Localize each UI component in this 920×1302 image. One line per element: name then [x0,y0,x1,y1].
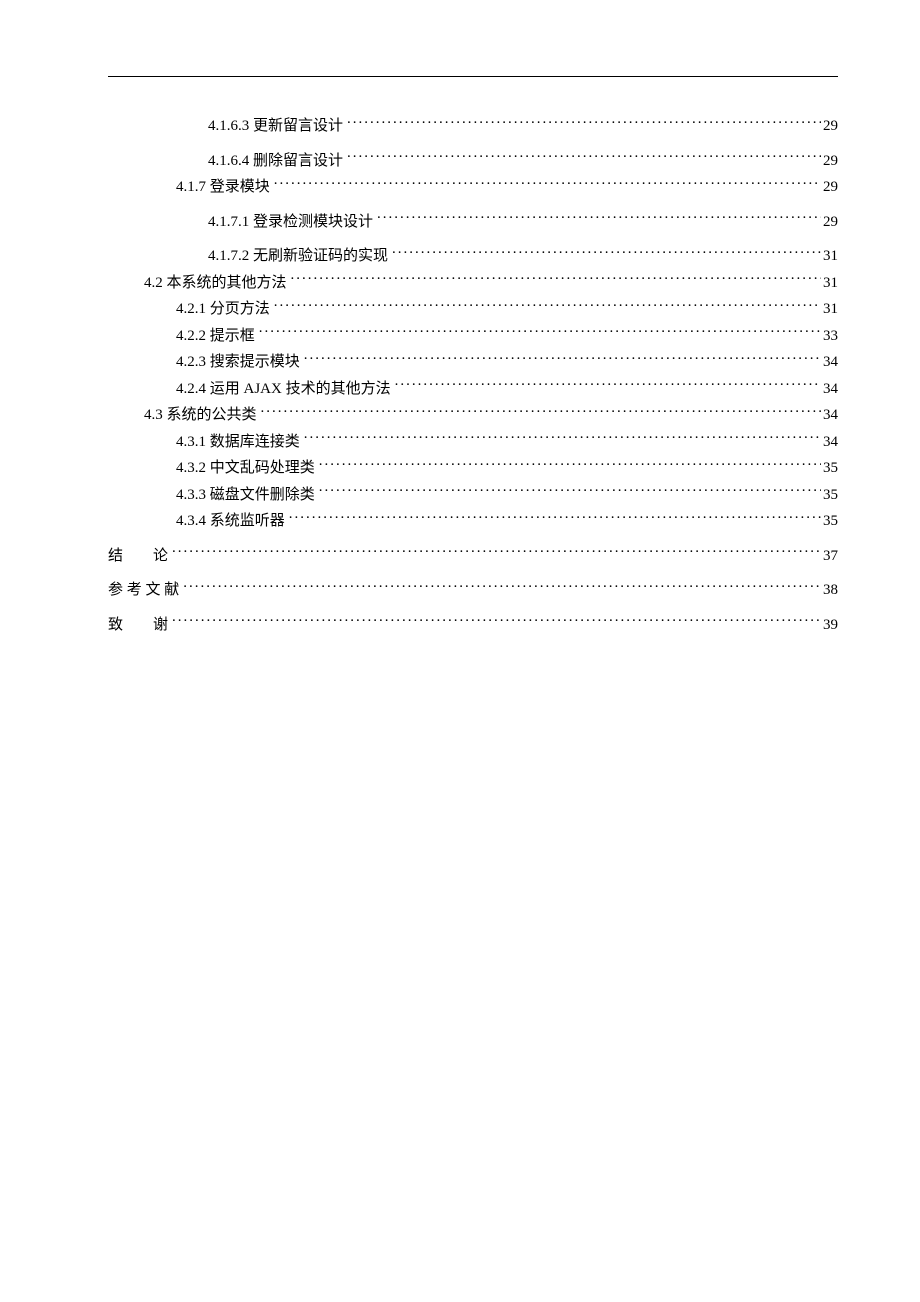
toc-entry-label: 4.1.6.3 更新留言设计 [208,115,347,138]
toc-entry-label: 致 谢 [108,614,172,637]
toc-entry-page: 39 [821,614,838,637]
toc-entry-page: 31 [821,298,838,321]
header-rule [108,76,838,77]
toc-leader-dots [304,351,821,366]
toc-entry-label: 4.3.3 磁盘文件删除类 [176,484,319,507]
toc-entry-page: 29 [821,176,838,199]
toc-entry: 4.3.4 系统监听器 35 [108,510,838,533]
toc-entry-page: 31 [821,245,838,268]
toc-leader-dots [319,484,821,499]
toc-entry-label: 结 论 [108,545,172,568]
toc-entry-page: 35 [821,457,838,480]
toc-leader-dots [395,378,821,393]
toc-leader-dots [347,115,821,130]
toc-entry-label: 4.1.7 登录模块 [176,176,274,199]
toc-entry-page: 38 [821,579,838,602]
toc-entry: 4.3.1 数据库连接类 34 [108,431,838,454]
toc-entry-page: 37 [821,545,838,568]
toc-leader-dots [172,614,821,629]
toc-entry-page: 35 [821,510,838,533]
toc-entry-label: 4.2.2 提示框 [176,325,259,348]
toc-leader-dots [291,272,821,287]
toc-leader-dots [274,176,821,191]
toc-entry-page: 34 [821,404,838,427]
toc-entry-label: 4.3.1 数据库连接类 [176,431,304,454]
toc-entry-label: 4.2.4 运用 AJAX 技术的其他方法 [176,378,395,401]
toc-entry: 4.3.2 中文乱码处理类 35 [108,457,838,480]
toc-entry: 结 论 37 [108,545,838,568]
toc-entry-label: 4.3.2 中文乱码处理类 [176,457,319,480]
toc-leader-dots [261,404,821,419]
toc-leader-dots [259,325,821,340]
toc-entry-page: 34 [821,431,838,454]
toc-entry: 致 谢 39 [108,614,838,637]
toc-entry-label: 4.1.7.1 登录检测模块设计 [208,211,377,234]
toc-entry: 4.2 本系统的其他方法 31 [108,272,838,295]
toc-entry-page: 29 [821,150,838,173]
toc-entry: 4.1.7.1 登录检测模块设计 29 [108,211,838,234]
toc-entry-label: 4.2 本系统的其他方法 [144,272,291,295]
toc-entry-page: 35 [821,484,838,507]
toc-entry: 4.1.6.3 更新留言设计 29 [108,115,838,138]
toc-entry-page: 31 [821,272,838,295]
toc-entry-label: 4.3 系统的公共类 [144,404,261,427]
toc-entry: 4.3 系统的公共类 34 [108,404,838,427]
toc-entry: 4.1.7 登录模块 29 [108,176,838,199]
toc-entry: 参 考 文 献 38 [108,579,838,602]
document-page: 4.1.6.3 更新留言设计294.1.6.4 删除留言设计294.1.7 登录… [0,0,920,636]
toc-leader-dots [172,545,821,560]
toc-entry: 4.2.3 搜索提示模块 34 [108,351,838,374]
toc-entry-label: 4.3.4 系统监听器 [176,510,289,533]
toc-leader-dots [392,245,821,260]
toc-entry-page: 33 [821,325,838,348]
toc-entry: 4.2.4 运用 AJAX 技术的其他方法 34 [108,378,838,401]
table-of-contents: 4.1.6.3 更新留言设计294.1.6.4 删除留言设计294.1.7 登录… [108,115,838,636]
toc-entry-label: 4.2.1 分页方法 [176,298,274,321]
toc-entry: 4.2.2 提示框 33 [108,325,838,348]
toc-leader-dots [183,579,821,594]
toc-leader-dots [304,431,821,446]
toc-entry-label: 4.2.3 搜索提示模块 [176,351,304,374]
toc-leader-dots [289,510,821,525]
toc-leader-dots [274,298,821,313]
toc-entry: 4.2.1 分页方法 31 [108,298,838,321]
toc-entry-page: 29 [821,115,838,138]
toc-entry: 4.1.6.4 删除留言设计 29 [108,150,838,173]
toc-entry-page: 29 [821,211,838,234]
toc-entry-label: 4.1.6.4 删除留言设计 [208,150,347,173]
toc-leader-dots [319,457,821,472]
toc-entry: 4.1.7.2 无刷新验证码的实现 31 [108,245,838,268]
toc-leader-dots [377,211,821,226]
toc-entry-label: 参 考 文 献 [108,579,183,602]
toc-leader-dots [347,150,821,165]
toc-entry-page: 34 [821,351,838,374]
toc-entry-page: 34 [821,378,838,401]
toc-entry-label: 4.1.7.2 无刷新验证码的实现 [208,245,392,268]
toc-entry: 4.3.3 磁盘文件删除类 35 [108,484,838,507]
